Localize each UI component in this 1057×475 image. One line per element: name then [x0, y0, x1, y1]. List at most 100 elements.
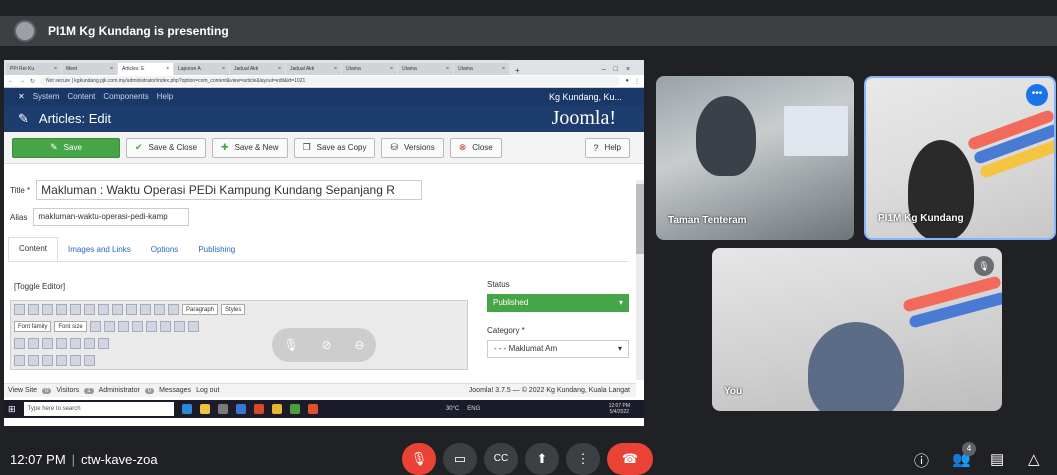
window-controls-icon[interactable]: –□× — [596, 66, 644, 75]
editor-tool-icon[interactable] — [70, 338, 81, 349]
browser-tab[interactable]: Jadual Akti × — [286, 63, 341, 75]
editor-tool-icon[interactable] — [28, 304, 39, 315]
site-name-link[interactable]: Kg Kundang, Ku... — [549, 92, 644, 102]
more-options-button[interactable]: ⋮ — [566, 443, 600, 475]
camera-toggle-button[interactable]: ▭ — [443, 443, 477, 475]
nav-system[interactable]: System — [33, 92, 60, 101]
url-field[interactable]: Not secure | kgkundang.pjk.com.my/admini… — [40, 76, 621, 86]
align-left-icon[interactable] — [126, 304, 137, 315]
strike-icon[interactable] — [112, 304, 123, 315]
edge-icon[interactable] — [181, 404, 192, 414]
list-icon[interactable] — [159, 321, 171, 332]
mail-icon[interactable] — [235, 404, 246, 414]
paragraph-select[interactable]: Paragraph — [182, 304, 219, 315]
activities-icon[interactable]: △ — [1028, 450, 1040, 468]
save-close-button[interactable]: ✔ Save & Close — [126, 137, 207, 158]
browser-tab[interactable]: PPi Rei Ku × — [6, 63, 61, 75]
underline-icon[interactable] — [98, 304, 109, 315]
view-site-link[interactable]: View Site — [8, 387, 37, 394]
browser-tab[interactable]: Jadual Akti × — [230, 63, 285, 75]
editor-tool-icon[interactable] — [98, 338, 109, 349]
editor-tool-icon[interactable] — [84, 355, 95, 366]
browser-tab[interactable]: Utama × — [398, 63, 453, 75]
browser-tab[interactable]: Utama × — [342, 63, 397, 75]
reload-icon[interactable]: ↻ — [30, 78, 35, 85]
back-icon[interactable]: ← — [8, 78, 14, 84]
align-right-icon[interactable] — [154, 304, 165, 315]
title-input[interactable]: Makluman : Waktu Operasi PEDi Kampung Ku… — [36, 180, 423, 200]
save-button[interactable]: ✎ Save — [12, 137, 120, 158]
toggle-editor-link[interactable]: [Toggle Editor] — [14, 282, 65, 291]
editor-tool-icon[interactable] — [28, 338, 39, 349]
text-color-icon[interactable] — [89, 321, 101, 332]
tab-publishing[interactable]: Publishing — [188, 245, 245, 261]
more-options-icon[interactable]: ••• — [1026, 84, 1048, 106]
mic-off-icon[interactable]: 🎙 — [283, 338, 298, 352]
chat-icon[interactable]: ▤ — [990, 450, 1004, 468]
logout-link[interactable]: Log out — [196, 387, 219, 394]
copy-icon[interactable] — [131, 321, 143, 332]
captions-button[interactable]: CC — [484, 443, 518, 475]
windows-start-icon[interactable]: ⊞ — [8, 404, 16, 415]
mic-toggle-button[interactable]: 🎙 — [402, 443, 436, 475]
chrome-icon[interactable] — [289, 404, 300, 414]
firefox-icon[interactable] — [307, 404, 318, 414]
camera-off-icon[interactable]: ⊘ — [322, 338, 332, 352]
nav-components[interactable]: Components — [103, 92, 148, 101]
numbered-list-icon[interactable] — [173, 321, 185, 332]
present-button[interactable]: ⬆ — [525, 443, 559, 475]
browser-tab[interactable]: Utama × — [454, 63, 509, 75]
explorer-icon[interactable] — [199, 404, 210, 414]
info-icon[interactable]: ⓘ — [914, 450, 929, 471]
editor-tool-icon[interactable] — [14, 338, 25, 349]
taskbar-search-field[interactable]: Type here to search — [23, 402, 174, 416]
nav-content[interactable]: Content — [67, 92, 95, 101]
align-center-icon[interactable] — [140, 304, 151, 315]
page-scrollbar[interactable] — [636, 180, 644, 380]
paste-icon[interactable] — [145, 321, 157, 332]
tab-images-links[interactable]: Images and Links — [58, 245, 141, 261]
editor-tool-icon[interactable] — [56, 304, 67, 315]
justify-icon[interactable] — [168, 304, 179, 315]
tab-content[interactable]: Content — [8, 237, 59, 261]
office-icon[interactable] — [253, 404, 264, 414]
joomla-nav-logo-icon[interactable]: ✕ — [18, 92, 25, 101]
editor-tool-icon[interactable] — [42, 338, 53, 349]
forward-icon[interactable]: → — [19, 78, 25, 84]
versions-button[interactable]: ⛁ Versions — [381, 137, 444, 158]
editor-tool-icon[interactable] — [28, 355, 39, 366]
alias-input[interactable]: makluman-waktu-operasi-pedi-kamp — [33, 208, 190, 226]
chrome-icon[interactable] — [271, 404, 282, 414]
nav-help[interactable]: Help — [157, 92, 173, 101]
editor-tool-icon[interactable] — [56, 338, 67, 349]
editor-tool-icon[interactable] — [14, 304, 25, 315]
editor-tool-icon[interactable] — [14, 355, 25, 366]
leave-call-button[interactable]: ☎ — [607, 443, 653, 475]
highlight-icon[interactable] — [103, 321, 115, 332]
omega-icon[interactable] — [187, 321, 199, 332]
cut-icon[interactable] — [117, 321, 129, 332]
font-family-select[interactable]: Font family — [14, 321, 52, 332]
category-select[interactable]: - - - Maklumat Am ▾ — [487, 340, 629, 358]
editor-tool-icon[interactable] — [56, 355, 67, 366]
editor-tool-icon[interactable] — [70, 355, 81, 366]
new-tab-icon[interactable]: + — [510, 66, 525, 75]
italic-icon[interactable] — [84, 304, 95, 315]
font-size-select[interactable]: Font size — [54, 321, 87, 332]
close-button[interactable]: ⊗ Close — [449, 137, 502, 158]
save-new-button[interactable]: ✚ Save & New — [212, 137, 288, 158]
status-select[interactable]: Published ▾ — [487, 294, 629, 312]
browser-tab-active[interactable]: Articles: E × — [118, 63, 173, 75]
help-button[interactable]: ? Help — [584, 137, 630, 158]
profile-icon[interactable]: ● — [625, 78, 629, 84]
styles-select[interactable]: Styles — [221, 304, 246, 315]
editor-tool-icon[interactable] — [84, 338, 95, 349]
browser-tab[interactable]: Meet × — [62, 63, 117, 75]
save-copy-button[interactable]: ❐ Save as Copy — [293, 137, 376, 158]
minus-icon[interactable]: ⊖ — [354, 338, 364, 352]
store-icon[interactable] — [217, 404, 228, 414]
bold-icon[interactable] — [70, 304, 81, 315]
browser-tab[interactable]: Laporan A × — [174, 63, 229, 75]
tab-options[interactable]: Options — [141, 245, 189, 261]
editor-tool-icon[interactable] — [42, 304, 53, 315]
